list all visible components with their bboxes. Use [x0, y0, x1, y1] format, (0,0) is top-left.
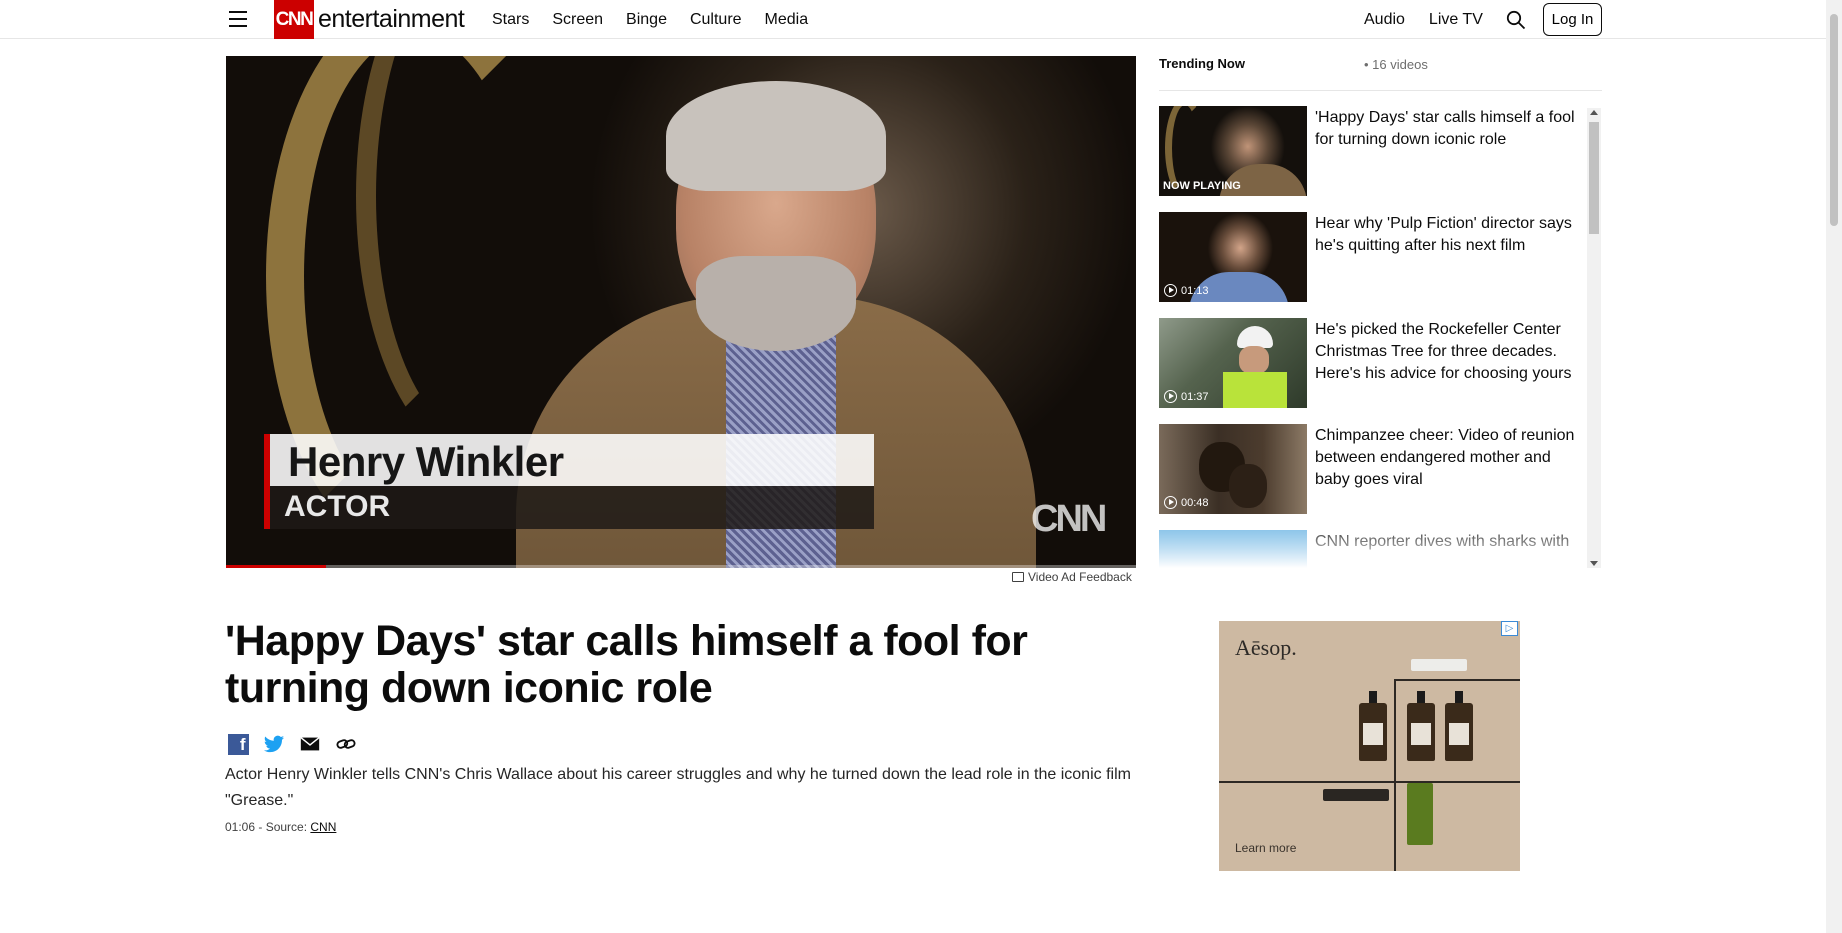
playlist-thumbnail: NOW PLAYING	[1159, 106, 1307, 196]
video-description: Actor Henry Winkler tells CNN's Chris Wa…	[225, 766, 1131, 809]
source-link[interactable]: CNN	[310, 820, 336, 834]
ad-choices-icon[interactable]: ▷	[1501, 621, 1518, 636]
lower-third-name: Henry Winkler	[288, 438, 564, 485]
page-scrollbar[interactable]	[1826, 0, 1842, 933]
nav-item-audio[interactable]: Audio	[1364, 11, 1405, 29]
playlist-item-title: CNN reporter dives with sharks with	[1315, 533, 1570, 550]
link-icon[interactable]	[335, 733, 357, 755]
video-duration: 01:06	[225, 820, 256, 834]
video-progress-fill	[226, 565, 327, 568]
playlist-item-title: 'Happy Days' star calls himself a fool f…	[1315, 109, 1575, 148]
playlist-item-title: Chimpanzee cheer: Video of reunion betwe…	[1315, 427, 1575, 488]
trending-title: Trending Now	[1159, 56, 1245, 71]
page-title: 'Happy Days' star calls himself a fool f…	[225, 617, 1028, 712]
scroll-up-icon[interactable]	[1590, 110, 1598, 115]
play-icon	[1164, 284, 1177, 297]
menu-icon[interactable]	[229, 9, 247, 29]
video-count: • 16 videos	[1364, 57, 1428, 72]
trending-header: Trending Now • 16 videos	[1159, 56, 1602, 91]
nav-item-culture[interactable]: Culture	[690, 11, 742, 29]
playlist-scroll-thumb[interactable]	[1589, 122, 1599, 234]
ad-learn-more[interactable]: Learn more	[1235, 841, 1296, 855]
cnn-logo[interactable]: CNN	[274, 0, 314, 39]
playlist-item-title: Hear why 'Pulp Fiction' director says he…	[1315, 215, 1572, 254]
video-ad-feedback[interactable]: Video Ad Feedback	[1012, 570, 1132, 584]
now-playing-badge: NOW PLAYING	[1163, 180, 1241, 192]
playlist-item-duration: 01:37	[1181, 390, 1209, 403]
playlist-item-title: He's picked the Rockefeller Center Chris…	[1315, 321, 1572, 382]
playlist-thumbnail: 01:13	[1159, 212, 1307, 302]
ad-brand: Aēsop.	[1235, 635, 1297, 660]
display-ad[interactable]: Aēsop. ▷ Learn more	[1219, 621, 1520, 871]
video-meta: 01:06 - Source: CNN	[225, 820, 336, 834]
playlist-thumbnail: 01:37	[1159, 318, 1307, 408]
page-scroll-thumb[interactable]	[1830, 14, 1838, 226]
video-ad-feedback-label: Video Ad Feedback	[1028, 570, 1132, 584]
feedback-icon	[1012, 572, 1024, 582]
play-icon	[1164, 496, 1177, 509]
playlist-thumbnail	[1159, 530, 1307, 568]
playlist-item[interactable]: 01:37 He's picked the Rockefeller Center…	[1159, 318, 1584, 408]
video-progress[interactable]	[226, 565, 1136, 568]
playlist-item[interactable]: CNN reporter dives with sharks with	[1159, 530, 1584, 568]
nav-item-live-tv[interactable]: Live TV	[1429, 11, 1483, 29]
search-icon[interactable]	[1506, 10, 1526, 30]
video-player[interactable]: Henry Winkler ACTOR CNN	[226, 56, 1136, 568]
login-button[interactable]: Log In	[1543, 3, 1602, 36]
playlist-thumbnail: 00:48	[1159, 424, 1307, 514]
video-playlist[interactable]: NOW PLAYING 'Happy Days' star calls hims…	[1159, 106, 1602, 568]
utility-nav: Audio Live TV	[1364, 0, 1507, 39]
facebook-icon[interactable]: f	[227, 733, 249, 755]
playlist-item[interactable]: NOW PLAYING 'Happy Days' star calls hims…	[1159, 106, 1584, 196]
main-nav: Stars Screen Binge Culture Media	[492, 0, 831, 39]
nav-item-screen[interactable]: Screen	[552, 11, 603, 29]
network-bug: CNN	[1031, 498, 1107, 540]
email-icon[interactable]	[299, 733, 321, 755]
playlist-item-duration: 00:48	[1181, 496, 1209, 509]
playlist-scrollbar[interactable]	[1587, 108, 1601, 568]
nav-item-binge[interactable]: Binge	[626, 11, 667, 29]
playlist-item[interactable]: 00:48 Chimpanzee cheer: Video of reunion…	[1159, 424, 1584, 514]
nav-item-stars[interactable]: Stars	[492, 11, 529, 29]
share-bar: f	[227, 733, 371, 755]
scroll-down-icon[interactable]	[1590, 561, 1598, 566]
nav-item-media[interactable]: Media	[765, 11, 809, 29]
play-icon	[1164, 390, 1177, 403]
site-header: CNN entertainment Stars Screen Binge Cul…	[0, 0, 1826, 39]
playlist-item[interactable]: 01:13 Hear why 'Pulp Fiction' director s…	[1159, 212, 1584, 302]
playlist-item-duration: 01:13	[1181, 284, 1209, 297]
source-prefix: - Source:	[255, 820, 311, 834]
lower-third-role: ACTOR	[284, 490, 391, 523]
section-logo[interactable]: entertainment	[318, 5, 465, 34]
twitter-icon[interactable]	[263, 733, 285, 755]
